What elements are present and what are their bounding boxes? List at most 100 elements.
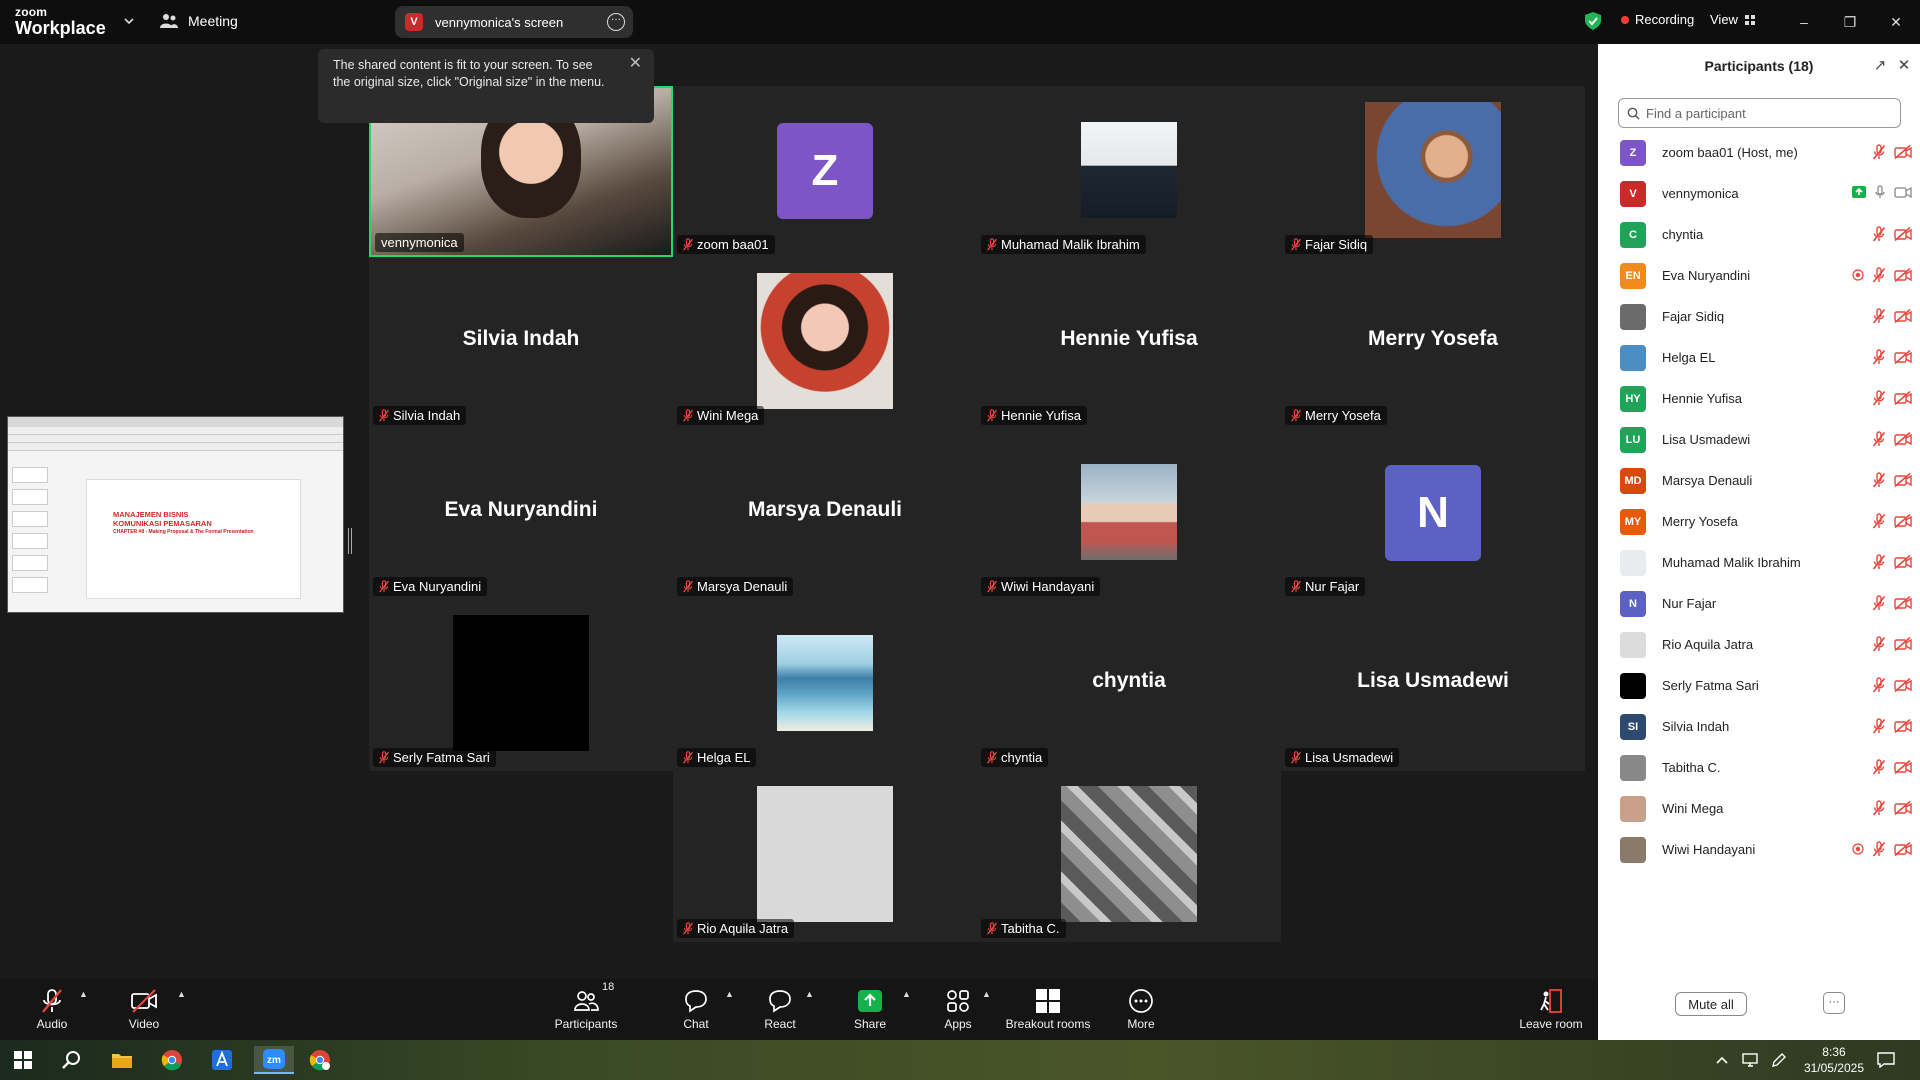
video-tile[interactable]: N Nur Fajar xyxy=(1281,428,1585,599)
system-clock[interactable]: 8:36 31/05/2025 xyxy=(1804,1044,1864,1076)
participant-row[interactable]: Fajar Sidiq xyxy=(1598,296,1920,337)
participants-count: 18 xyxy=(602,981,615,993)
participant-search[interactable] xyxy=(1618,98,1901,128)
participant-name: chyntia xyxy=(1662,227,1704,242)
video-tile[interactable]: Tabitha C. xyxy=(977,770,1281,941)
react-options-caret[interactable]: ▲ xyxy=(805,989,815,999)
restore-button[interactable]: ❐ xyxy=(1838,10,1862,34)
participant-avatar xyxy=(1620,836,1646,863)
meeting-info-button[interactable]: Meeting xyxy=(160,13,238,29)
participants-button[interactable]: Participants xyxy=(546,987,626,1031)
breakout-rooms-icon xyxy=(1036,989,1060,1013)
minimize-button[interactable]: – xyxy=(1792,10,1816,34)
file-explorer-icon[interactable] xyxy=(106,1046,138,1074)
video-tile[interactable]: Marsya Denauli Marsya Denauli xyxy=(673,428,977,599)
search-icon[interactable] xyxy=(56,1046,88,1074)
pen-icon[interactable] xyxy=(1768,1046,1790,1074)
shared-screen-pill[interactable]: V vennymonica's screen ··· xyxy=(395,6,633,38)
video-tile[interactable]: Merry Yosefa Merry Yosefa xyxy=(1281,257,1585,428)
video-tile[interactable]: Eva Nuryandini Eva Nuryandini xyxy=(369,428,673,599)
participant-status-icons xyxy=(1852,841,1912,857)
participant-row[interactable]: SI Silvia Indah xyxy=(1598,706,1920,747)
participant-name: Wini Mega xyxy=(697,408,759,423)
participant-row[interactable]: Serly Fatma Sari xyxy=(1598,665,1920,706)
participant-row[interactable]: Tabitha C. xyxy=(1598,747,1920,788)
camera-icon xyxy=(1894,186,1912,199)
recording-indicator[interactable]: Recording xyxy=(1621,12,1694,27)
chrome-icon[interactable] xyxy=(156,1046,188,1074)
microphone-muted-icon xyxy=(1872,554,1886,570)
video-tile[interactable]: Hennie Yufisa Hennie Yufisa xyxy=(977,257,1281,428)
share-options-caret[interactable]: ▲ xyxy=(902,989,912,999)
share-button[interactable]: Share xyxy=(830,987,910,1031)
close-icon[interactable]: ✕ xyxy=(1896,58,1912,74)
chat-button[interactable]: Chat xyxy=(656,987,736,1031)
participant-row[interactable]: Helga EL xyxy=(1598,337,1920,378)
video-tile[interactable]: chyntia chyntia xyxy=(977,599,1281,770)
video-tile[interactable]: Wiwi Handayani xyxy=(977,428,1281,599)
video-label: Video xyxy=(128,1017,160,1031)
participant-row[interactable]: MD Marsya Denauli xyxy=(1598,460,1920,501)
mute-all-button[interactable]: Mute all xyxy=(1675,992,1747,1016)
video-tile[interactable]: Helga EL xyxy=(673,599,977,770)
breakout-rooms-button[interactable]: Breakout rooms xyxy=(1003,987,1093,1031)
participant-row[interactable]: LU Lisa Usmadewi xyxy=(1598,419,1920,460)
participant-row[interactable]: Cchyntia xyxy=(1598,214,1920,255)
participant-row[interactable]: Wiwi Handayani xyxy=(1598,829,1920,870)
chrome-profile-icon[interactable] xyxy=(304,1046,336,1074)
more-options-button[interactable]: ··· xyxy=(1823,992,1845,1014)
resize-handle[interactable] xyxy=(348,528,352,554)
notifications-icon[interactable] xyxy=(1874,1046,1898,1074)
recording-status-icon xyxy=(1852,269,1864,281)
encryption-shield-icon[interactable] xyxy=(1584,11,1602,31)
zoom-taskbar-icon[interactable]: zm xyxy=(254,1046,294,1074)
search-input[interactable] xyxy=(1646,105,1886,121)
participant-row[interactable]: Rio Aquila Jatra xyxy=(1598,624,1920,665)
video-tile[interactable]: Rio Aquila Jatra xyxy=(673,770,977,941)
close-window-button[interactable]: ✕ xyxy=(1884,10,1908,34)
leave-room-button[interactable]: Leave room xyxy=(1511,987,1591,1031)
zoom-logo[interactable]: zoom Workplace xyxy=(15,6,106,37)
participant-name: Wiwi Handayani xyxy=(1662,842,1756,857)
video-tile[interactable]: Silvia Indah Silvia Indah xyxy=(369,257,673,428)
close-icon[interactable]: ✕ xyxy=(629,55,642,72)
video-tile[interactable]: Zzoom baa01 xyxy=(673,86,977,257)
participant-display-name: Merry Yosefa xyxy=(1368,327,1498,350)
video-button[interactable]: Video xyxy=(104,987,184,1031)
participant-row[interactable]: Zzoom baa01 (Host, me) xyxy=(1598,132,1920,173)
participant-avatar: V xyxy=(1620,180,1646,207)
microphone-muted-icon xyxy=(1872,595,1886,611)
participant-status-icons xyxy=(1872,595,1912,611)
tray-chevron-icon[interactable] xyxy=(1712,1046,1732,1074)
video-tile[interactable]: Serly Fatma Sari xyxy=(369,599,673,770)
windows-start-icon[interactable] xyxy=(7,1046,39,1074)
more-button[interactable]: More xyxy=(1101,987,1181,1031)
apps-options-caret[interactable]: ▲ xyxy=(982,989,992,999)
chat-options-caret[interactable]: ▲ xyxy=(725,989,735,999)
share-label: Share xyxy=(853,1017,887,1031)
audio-options-caret[interactable]: ▲ xyxy=(79,989,89,999)
participant-row[interactable]: EN Eva Nuryandini xyxy=(1598,255,1920,296)
view-button[interactable]: View xyxy=(1710,12,1756,27)
participant-row[interactable]: N Nur Fajar xyxy=(1598,583,1920,624)
video-tile[interactable]: Fajar Sidiq xyxy=(1281,86,1585,257)
network-icon[interactable] xyxy=(1740,1046,1762,1074)
recording-dot-icon xyxy=(1621,15,1629,24)
video-tile[interactable]: Muhamad Malik Ibrahim xyxy=(977,86,1281,257)
participant-name-label: Wiwi Handayani xyxy=(981,577,1101,596)
participant-row[interactable]: MY Merry Yosefa xyxy=(1598,501,1920,542)
participant-name: Muhamad Malik Ibrahim xyxy=(1001,237,1140,252)
video-tile[interactable]: Lisa Usmadewi Lisa Usmadewi xyxy=(1281,599,1585,770)
video-tile[interactable]: Wini Mega xyxy=(673,257,977,428)
video-options-caret[interactable]: ▲ xyxy=(177,989,187,999)
participant-row[interactable]: Muhamad Malik Ibrahim xyxy=(1598,542,1920,583)
participant-row[interactable]: Wini Mega xyxy=(1598,788,1920,829)
participant-row[interactable]: Vvennymonica xyxy=(1598,173,1920,214)
shared-screen-thumbnail[interactable]: MANAJEMEN BISNIS KOMUNIKASI PEMASARAN CH… xyxy=(7,416,344,613)
chevron-down-icon[interactable] xyxy=(122,14,136,28)
pop-out-icon[interactable]: ↗ xyxy=(1872,58,1888,74)
azure-app-icon[interactable] xyxy=(206,1046,238,1074)
participant-name: zoom baa01 xyxy=(697,237,769,252)
more-options-icon[interactable]: ··· xyxy=(607,13,625,31)
participant-row[interactable]: HY Hennie Yufisa xyxy=(1598,378,1920,419)
